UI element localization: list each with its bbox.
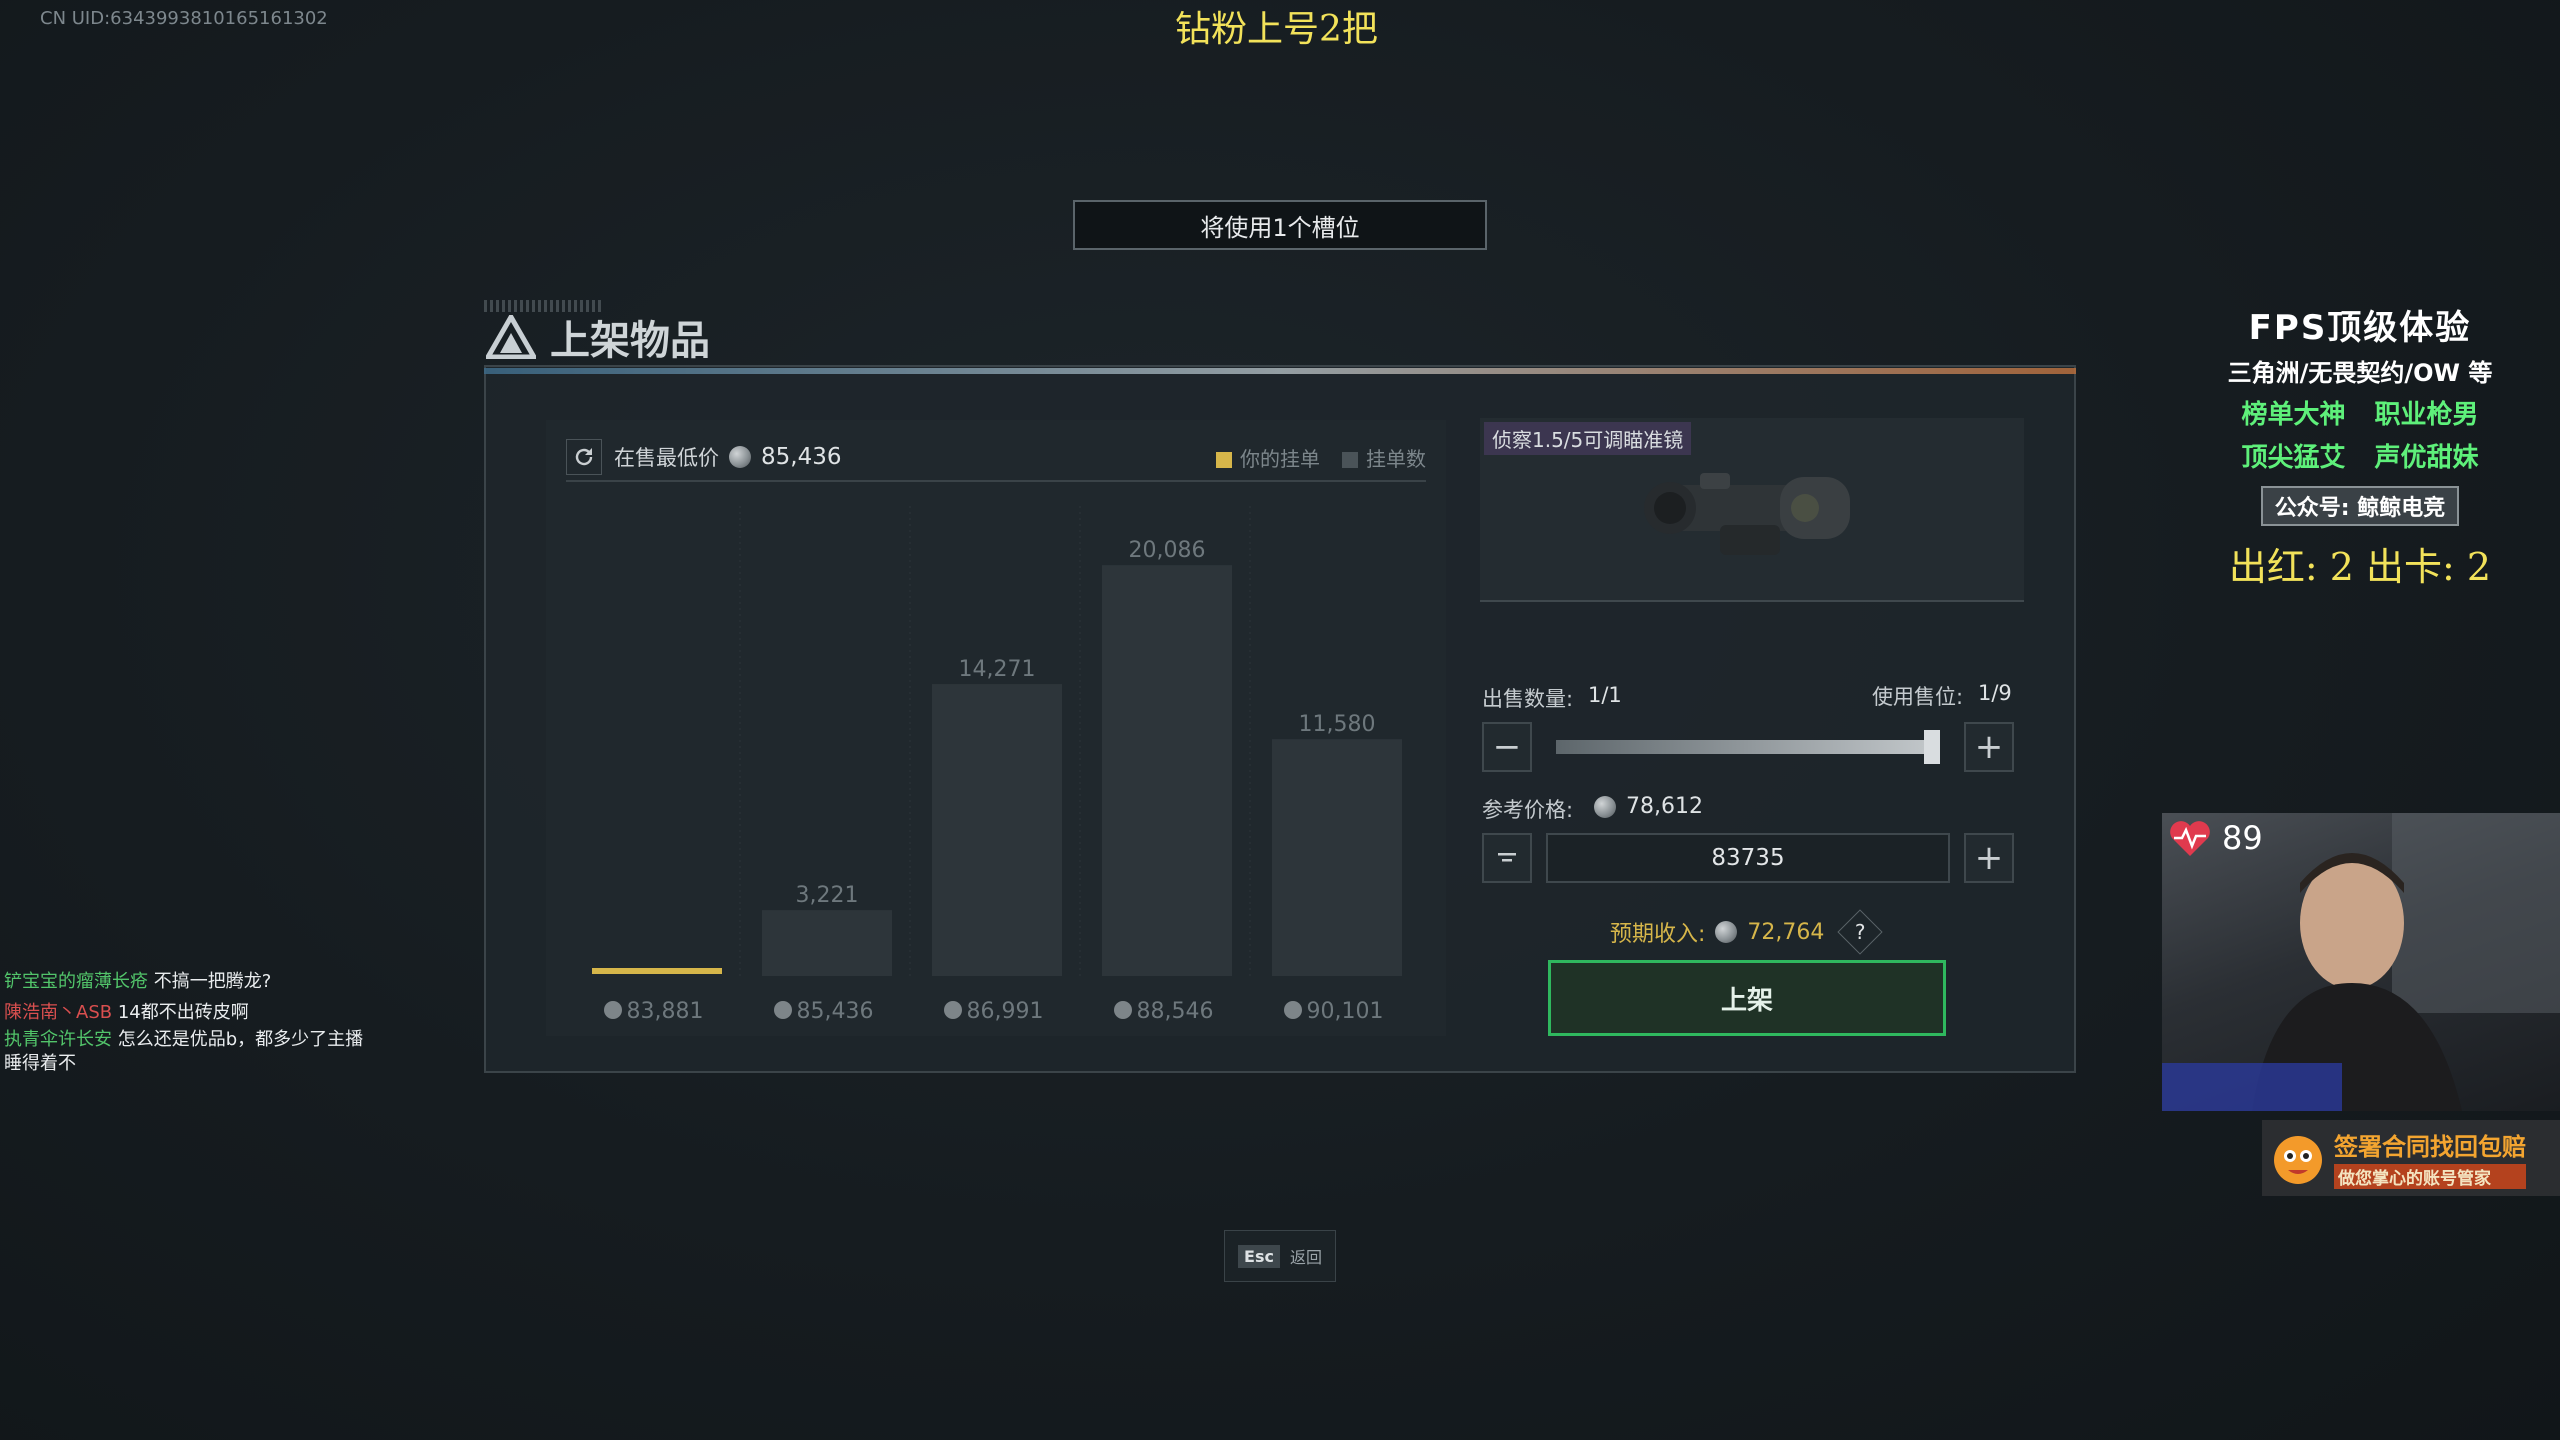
legend-listing-count: 挂单数 [1342, 443, 1426, 472]
quantity-slider[interactable] [1556, 740, 1936, 754]
chart-value-label: 3,221 [796, 883, 859, 908]
banner-line1: 签署合同找回包赔 [2334, 1133, 2526, 1161]
chart-bar [1272, 739, 1402, 976]
chart-category-label: 88,546 [1137, 999, 1214, 1024]
coin-icon [1114, 1001, 1132, 1019]
panel-top-border [484, 368, 2076, 374]
minus-icon: − [1492, 727, 1522, 767]
back-label: 返回 [1289, 1248, 1322, 1267]
sort-icon [1498, 853, 1516, 862]
price-preset-button[interactable] [1482, 833, 1532, 883]
chart-category-label: 85,436 [797, 999, 874, 1024]
coin-icon [774, 1001, 792, 1019]
chat-username: 铲宝宝的瘤薄长疮 [4, 971, 148, 992]
help-icon[interactable]: ? [1837, 909, 1884, 955]
scope-image [1644, 473, 1850, 555]
promo-line: FPS顶级体验 [2248, 308, 2472, 348]
mascot-icon [2274, 1136, 2322, 1184]
promo-line: 顶尖猛艾 声优甜妹 [2241, 443, 2479, 473]
chart-bar [1102, 565, 1232, 976]
chart-divider [566, 480, 1426, 482]
chat-text: 14都不出砖皮啊 [117, 1002, 249, 1023]
promo-line: 三角洲/无畏契约/OW 等 [2227, 359, 2493, 387]
legend-label: 你的挂单 [1240, 446, 1320, 471]
panel-title: 上架物品 [550, 318, 710, 364]
uid-text: CN UID:6343993810165161302 [40, 8, 328, 29]
banner-text: 签署合同找回包赔 做您掌心的账号管家 [2334, 1127, 2526, 1189]
reference-price-label: 参考价格: [1482, 798, 1574, 822]
slots-label: 使用售位: [1872, 685, 1964, 709]
legend-swatch [1216, 452, 1232, 468]
promo-stats: 出红: 2 出卡: 2 [2228, 545, 2492, 589]
chart-bar [762, 910, 892, 976]
expected-income: 预期收入: 72,764 ? [1610, 909, 1884, 955]
quantity-label: 出售数量: [1482, 687, 1574, 711]
quantity-value: 1/1 [1588, 683, 1622, 707]
promo-wechat: 公众号: 鲸鲸电竞 [2260, 486, 2460, 526]
decrease-quantity-button[interactable]: − [1482, 722, 1532, 772]
income-label: 预期收入: [1610, 922, 1706, 947]
chart-bar [932, 684, 1062, 976]
panel-header: 上架物品 [486, 308, 710, 366]
back-button[interactable]: Esc 返回 [1224, 1230, 1336, 1282]
chat-message: 铲宝宝的瘤薄长疮 不搞一把腾龙? [4, 966, 364, 997]
quantity-slider-handle[interactable] [1924, 730, 1940, 764]
increase-quantity-button[interactable]: + [1964, 722, 2014, 772]
legend-my-listing: 你的挂单 [1216, 443, 1320, 472]
heart-icon [2170, 821, 2210, 856]
plus-icon: + [1974, 727, 2004, 767]
item-name: 侦察1.5/5可调瞄准镜 [1484, 422, 1692, 455]
chart-header: 在售最低价 85,436 你的挂单 挂单数 [566, 432, 1426, 482]
heart-rate: 89 [2168, 818, 2263, 858]
coin-icon [604, 1001, 622, 1019]
reference-price-value: 78,612 [1626, 794, 1703, 819]
chart-category-label: 83,881 [627, 999, 704, 1024]
ad-banner: 签署合同找回包赔 做您掌心的账号管家 [2262, 1120, 2560, 1196]
slot-notice: 将使用1个槽位 [1073, 200, 1487, 250]
slots-value: 1/9 [1978, 681, 2012, 705]
delta-logo-icon [486, 315, 536, 359]
chart-value-label: 20,086 [1129, 538, 1206, 563]
coin-icon [944, 1001, 962, 1019]
item-underline [1480, 600, 2024, 602]
chart-category-label: 90,101 [1307, 999, 1384, 1024]
promo-line: 榜单大神 职业枪男 [2241, 400, 2479, 430]
chat-message: 执青伞许长安 怎么还是优品b，都多少了主播睡得着不 [4, 1028, 364, 1076]
price-distribution-chart: 83,881 3,221 85,436 14,271 86,991 20,086 88,54… [592, 506, 1402, 1024]
stream-promo: FPS顶级体验 三角洲/无畏契约/OW 等 榜单大神 职业枪男 顶尖猛艾 声优甜… [2160, 300, 2560, 591]
coin-icon [1715, 921, 1738, 943]
chart-legend: 你的挂单 挂单数 [1216, 443, 1426, 472]
legend-label: 挂单数 [1366, 446, 1426, 471]
chat-overlay: 铲宝宝的瘤薄长疮 不搞一把腾龙? 陳浩南丶ASB 14都不出砖皮啊 执青伞许长安… [4, 966, 364, 1076]
chat-text: 不搞一把腾龙? [153, 971, 272, 992]
coin-icon [1284, 1001, 1302, 1019]
stream-title: 钻粉上号2把 [1175, 9, 1378, 50]
increase-price-button[interactable]: + [1964, 833, 2014, 883]
chat-username: 陳浩南丶ASB [4, 1002, 113, 1023]
legend-swatch [1342, 452, 1358, 468]
help-glyph: ? [1855, 920, 1866, 944]
refresh-icon [575, 448, 593, 466]
lowest-price-value: 85,436 [761, 444, 842, 470]
lowest-price-label: 在售最低价 [614, 446, 719, 470]
coin-icon [729, 446, 751, 468]
chart-value-label: 14,271 [959, 657, 1036, 682]
coin-icon [1594, 796, 1616, 818]
chart-category-label: 86,991 [967, 999, 1044, 1024]
my-listing-marker [592, 968, 722, 974]
income-value: 72,764 [1747, 919, 1825, 945]
banner-line2: 做您掌心的账号管家 [2334, 1164, 2526, 1189]
refresh-button[interactable] [566, 439, 602, 475]
plus-icon: + [1974, 838, 2004, 878]
heart-rate-value: 89 [2222, 819, 2263, 857]
chart-value-label: 11,580 [1299, 712, 1376, 737]
esc-key-icon: Esc [1238, 1244, 1280, 1268]
chat-username: 执青伞许长安 [4, 1029, 112, 1050]
chat-message: 陳浩南丶ASB 14都不出砖皮啊 [4, 997, 364, 1028]
price-input[interactable] [1546, 833, 1950, 883]
list-item-button[interactable]: 上架 [1548, 960, 1946, 1036]
